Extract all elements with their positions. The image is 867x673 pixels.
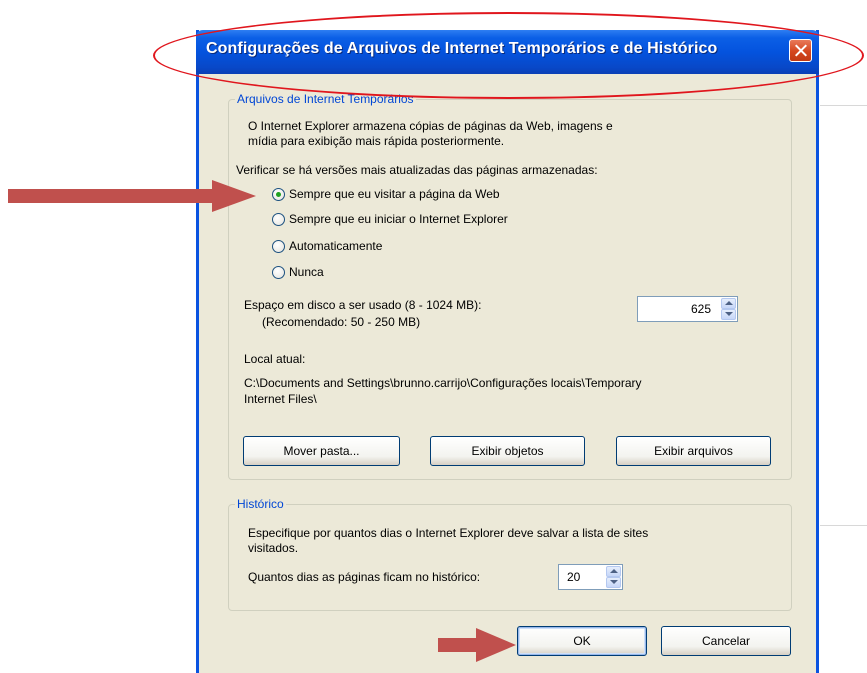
disk-space-recommended: (Recomendado: 50 - 250 MB)	[262, 315, 421, 329]
history-days-label: Quantos dias as páginas ficam no históri…	[248, 570, 481, 584]
stepper-arrows[interactable]	[606, 566, 621, 588]
radio-option-label[interactable]: Sempre que eu iniciar o Internet Explore…	[289, 212, 508, 227]
view-objects-button[interactable]: Exibir objetos	[430, 436, 585, 466]
radio-option-label[interactable]: Automaticamente	[289, 239, 382, 254]
spin-down-icon[interactable]	[606, 577, 621, 588]
history-days-value[interactable]: 20	[567, 570, 580, 584]
history-legend: Histórico	[235, 497, 286, 511]
annotation-arrow-shaft	[8, 189, 214, 203]
cancel-button[interactable]: Cancelar	[661, 626, 791, 656]
disk-space-stepper[interactable]: 625	[637, 296, 738, 322]
temp-files-description: mídia para exibição mais rápida posterio…	[248, 134, 505, 148]
spin-down-icon[interactable]	[721, 309, 736, 320]
annotation-arrow-head	[476, 628, 516, 662]
stepper-arrows[interactable]	[721, 298, 736, 320]
disk-space-label: Espaço em disco a ser usado (8 - 1024 MB…	[244, 298, 482, 312]
move-folder-button[interactable]: Mover pasta...	[243, 436, 400, 466]
annotation-arrow-shaft	[438, 638, 478, 652]
temp-files-group: Arquivos de Internet Temporários	[228, 92, 792, 480]
radio-visit-icon[interactable]	[272, 188, 285, 201]
history-description: visitados.	[248, 541, 299, 555]
temp-files-description: O Internet Explorer armazena cópias de p…	[248, 119, 613, 133]
current-location-label: Local atual:	[244, 352, 306, 366]
radio-option-label[interactable]: Sempre que eu visitar a página da Web	[289, 187, 500, 202]
annotation-ellipse	[153, 12, 864, 99]
disk-space-value[interactable]: 625	[691, 302, 711, 316]
history-group: Histórico	[228, 497, 792, 611]
check-versions-label: Verificar se há versões mais atualizadas…	[236, 163, 598, 177]
radio-auto-icon[interactable]	[272, 240, 285, 253]
ok-button[interactable]: OK	[517, 626, 647, 656]
annotation-arrow-head	[212, 180, 256, 212]
spin-up-icon[interactable]	[721, 298, 736, 309]
history-description: Especifique por quantos dias o Internet …	[248, 526, 649, 540]
spin-up-icon[interactable]	[606, 566, 621, 577]
radio-option-label[interactable]: Nunca	[289, 265, 324, 280]
current-location-path: Internet Files\	[244, 392, 317, 406]
current-location-path: C:\Documents and Settings\brunno.carrijo…	[244, 376, 642, 390]
radio-start-icon[interactable]	[272, 213, 285, 226]
radio-never-icon[interactable]	[272, 266, 285, 279]
background-window-edge	[820, 105, 867, 106]
background-window-edge	[820, 525, 867, 526]
view-files-button[interactable]: Exibir arquivos	[616, 436, 771, 466]
history-days-stepper[interactable]: 20	[558, 564, 623, 590]
